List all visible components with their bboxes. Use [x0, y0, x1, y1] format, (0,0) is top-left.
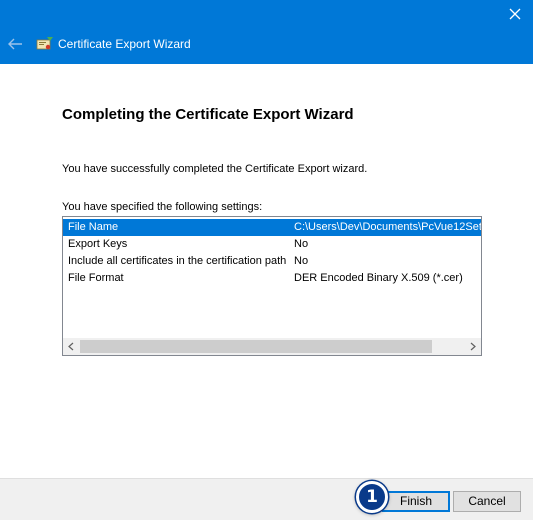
settings-list[interactable]: File Name C:\Users\Dev\Documents\PcVue12…: [62, 216, 482, 356]
list-item-file-name[interactable]: File Name C:\Users\Dev\Documents\PcVue12…: [63, 219, 481, 236]
setting-name: File Name: [68, 221, 119, 233]
setting-name: Include all certificates in the certific…: [68, 255, 287, 267]
horizontal-scrollbar[interactable]: [63, 338, 481, 355]
list-item-include-certificates[interactable]: Include all certificates in the certific…: [63, 253, 481, 270]
setting-name: Export Keys: [68, 238, 128, 250]
button-bar: Finish Cancel: [0, 478, 533, 520]
back-arrow-icon[interactable]: [7, 37, 23, 51]
setting-value: DER Encoded Binary X.509 (*.cer): [294, 272, 463, 284]
settings-intro: You have specified the following setting…: [62, 201, 263, 213]
close-icon[interactable]: [505, 4, 525, 24]
list-item-export-keys[interactable]: Export Keys No: [63, 236, 481, 253]
setting-value: No: [294, 255, 309, 267]
step-number-badge: 1: [356, 481, 388, 513]
setting-value: C:\Users\Dev\Documents\PcVue12Set: [294, 221, 482, 233]
setting-value: No: [294, 238, 309, 250]
title-bar: Certificate Export Wizard: [0, 0, 533, 64]
window-title: Certificate Export Wizard: [58, 37, 191, 51]
page-heading: Completing the Certificate Export Wizard: [62, 106, 354, 123]
certificate-icon: [36, 37, 53, 50]
list-item-file-format[interactable]: File Format DER Encoded Binary X.509 (*.…: [63, 270, 481, 287]
scroll-left-icon[interactable]: [63, 338, 80, 355]
scrollbar-thumb[interactable]: [80, 340, 432, 353]
scroll-right-icon[interactable]: [464, 338, 481, 355]
finish-button[interactable]: Finish: [382, 491, 450, 512]
cancel-button[interactable]: Cancel: [453, 491, 521, 512]
setting-name: File Format: [68, 272, 124, 284]
success-message: You have successfully completed the Cert…: [62, 163, 368, 175]
